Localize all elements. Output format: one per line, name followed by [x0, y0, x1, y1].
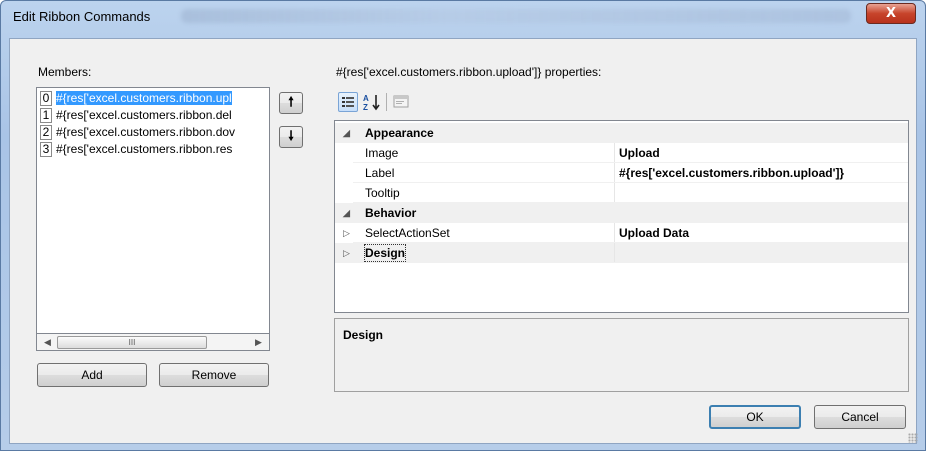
expand-icon[interactable]: ▷: [343, 243, 350, 263]
dialog-title: Edit Ribbon Commands: [13, 9, 151, 24]
list-item-index: 2: [40, 125, 52, 140]
category-name: Behavior: [365, 206, 417, 220]
scroll-left-icon[interactable]: ◀: [39, 334, 56, 350]
categorized-icon[interactable]: [338, 92, 358, 112]
list-item[interactable]: 3 #{res['excel.customers.ribbon.res: [40, 142, 269, 157]
move-up-button[interactable]: 🠕: [279, 92, 303, 114]
list-item-text: #{res['excel.customers.ribbon.del: [56, 108, 232, 122]
list-item-text: #{res['excel.customers.ribbon.res: [56, 142, 233, 156]
property-row-image[interactable]: Image Upload: [335, 143, 908, 163]
list-item-index: 3: [40, 142, 52, 157]
property-name: Design: [363, 244, 407, 262]
property-row-label[interactable]: Label #{res['excel.customers.ribbon.uplo…: [335, 163, 908, 183]
svg-text:Z: Z: [363, 103, 368, 112]
properties-heading: #{res['excel.customers.ribbon.upload']} …: [336, 65, 602, 79]
move-down-button[interactable]: 🠗: [279, 126, 303, 148]
property-value[interactable]: Upload Data: [619, 223, 689, 243]
scroll-right-icon[interactable]: ▶: [250, 334, 267, 350]
expand-icon[interactable]: ▷: [343, 223, 350, 243]
list-item-index: 1: [40, 108, 52, 123]
list-item[interactable]: 0 #{res['excel.customers.ribbon.upl: [40, 91, 269, 106]
cancel-button[interactable]: Cancel: [814, 405, 906, 429]
property-name: SelectActionSet: [365, 226, 450, 240]
property-name: Tooltip: [365, 186, 400, 200]
property-value[interactable]: #{res['excel.customers.ribbon.upload']}: [619, 163, 844, 183]
grid-divider: [614, 163, 615, 182]
resize-grip[interactable]: [908, 433, 918, 443]
description-title: Design: [343, 328, 384, 342]
scroll-thumb[interactable]: III: [57, 336, 207, 349]
property-grid[interactable]: ◢ Appearance Image Upload Label #{res['e…: [334, 120, 909, 313]
alphabetical-icon[interactable]: AZ: [361, 92, 383, 112]
close-button[interactable]: X: [866, 3, 916, 24]
grid-divider: [614, 143, 615, 162]
category-row-behavior[interactable]: ◢ Behavior: [335, 203, 908, 223]
grid-divider: [614, 223, 615, 242]
property-description-panel: Design: [334, 318, 909, 392]
property-name: Image: [365, 146, 399, 160]
category-name: Appearance: [365, 126, 434, 140]
grid-divider: [614, 243, 615, 262]
toolbar-separator: [386, 93, 387, 111]
members-horizontal-scrollbar[interactable]: ◀ III ▶: [36, 334, 270, 351]
background-window-blur: [181, 9, 851, 23]
property-pages-icon[interactable]: [391, 92, 411, 112]
arrow-down-icon: 🠗: [288, 129, 294, 144]
collapse-icon[interactable]: ◢: [343, 123, 350, 143]
property-row-design[interactable]: ▷ Design: [335, 243, 908, 263]
list-item-text: #{res['excel.customers.ribbon.dov: [56, 125, 236, 139]
list-item-text: #{res['excel.customers.ribbon.upl: [56, 91, 232, 105]
members-label: Members:: [38, 65, 92, 79]
ok-button[interactable]: OK: [709, 405, 801, 429]
category-row-appearance[interactable]: ◢ Appearance: [335, 123, 908, 143]
arrow-up-icon: 🠕: [288, 95, 294, 110]
remove-button[interactable]: Remove: [159, 363, 269, 387]
grid-divider: [614, 183, 615, 202]
list-item[interactable]: 1 #{res['excel.customers.ribbon.del: [40, 108, 269, 123]
members-listbox[interactable]: 0 #{res['excel.customers.ribbon.upl 1 #{re…: [36, 87, 270, 334]
collapse-icon[interactable]: ◢: [343, 203, 350, 223]
property-value[interactable]: Upload: [619, 143, 660, 163]
list-item-index: 0: [40, 91, 52, 106]
add-button[interactable]: Add: [37, 363, 147, 387]
property-row-tooltip[interactable]: Tooltip: [335, 183, 908, 203]
property-name: Label: [365, 166, 395, 180]
list-item[interactable]: 2 #{res['excel.customers.ribbon.dov: [40, 125, 269, 140]
property-row-selectactionset[interactable]: ▷ SelectActionSet Upload Data: [335, 223, 908, 243]
title-bar[interactable]: Edit Ribbon Commands X: [1, 1, 925, 31]
svg-text:A: A: [363, 94, 369, 103]
